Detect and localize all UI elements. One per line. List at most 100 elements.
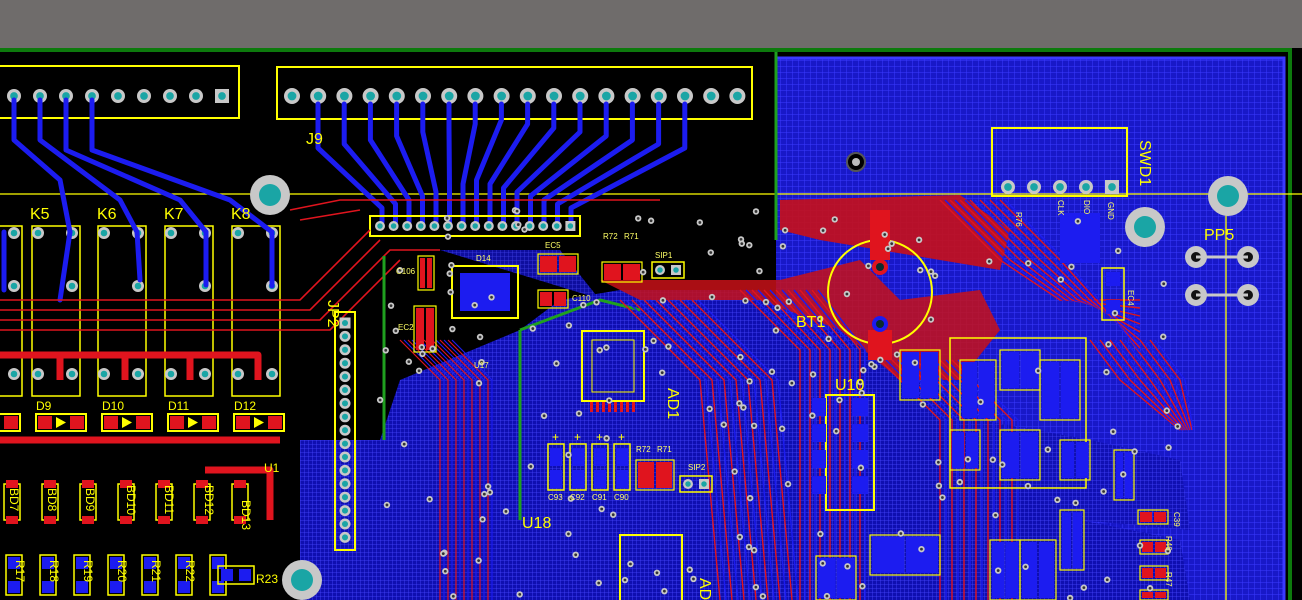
- label-r46: R46: [1164, 536, 1173, 551]
- label-r20: R20: [115, 560, 129, 583]
- bt1-pad-bottom: [868, 330, 892, 360]
- label-k5: K5: [30, 206, 50, 223]
- label-bd10: BD10: [124, 485, 138, 516]
- label-ec5: EC5: [545, 241, 561, 250]
- smd-pad: [427, 258, 432, 288]
- label-k8: K8: [231, 206, 251, 223]
- label-r72-mid: R72: [636, 445, 651, 454]
- smd-pad: [966, 432, 978, 468]
- smd-pad: [1142, 592, 1153, 598]
- label-pp5: PP5: [1204, 227, 1235, 244]
- label-u1: U1: [264, 461, 280, 475]
- label-u10: U10: [835, 377, 865, 394]
- u10-pad: [852, 424, 868, 442]
- label-r22: R22: [183, 560, 197, 583]
- label-bd7: BD7: [7, 488, 21, 512]
- label-c91: C91: [592, 493, 607, 502]
- label-bd11: BD11: [162, 485, 176, 515]
- label-d14: D14: [476, 254, 491, 263]
- ad1-pin: [602, 402, 605, 412]
- ad1-pin: [590, 402, 593, 412]
- smd-pad: [872, 537, 904, 573]
- label-r47: R47: [1164, 572, 1173, 587]
- label-r71-mid: R71: [657, 445, 672, 454]
- smd-pad: [1002, 352, 1019, 388]
- label-r19: R19: [81, 560, 95, 583]
- label-bd9: BD9: [83, 488, 97, 512]
- smd-pad: [1140, 512, 1152, 522]
- label-swd1: SWD1: [1136, 140, 1153, 187]
- smd-pad: [979, 362, 994, 418]
- smd-pad: [559, 256, 576, 272]
- ad1-pin: [626, 402, 629, 412]
- label-ad-partial: AD: [696, 578, 713, 600]
- label-c90: C90: [614, 493, 629, 502]
- smd-pad: [902, 352, 919, 398]
- smd-pad: [1154, 512, 1166, 522]
- smd-pad: [1022, 542, 1037, 598]
- ad1-pin: [620, 402, 623, 412]
- smd-pad: [623, 264, 640, 280]
- label-sip2: SIP2: [688, 463, 706, 472]
- smd-pad: [604, 264, 621, 280]
- smd-pad: [1061, 362, 1078, 418]
- u10-pad: [852, 398, 868, 416]
- svg-text:+: +: [552, 430, 559, 444]
- ad1-pin: [632, 402, 635, 412]
- label-r18: R18: [47, 560, 61, 583]
- label-k7: K7: [164, 206, 184, 223]
- u10-pad: [812, 476, 826, 494]
- label-ec4: EC4: [1126, 290, 1135, 306]
- smd-pad: [1042, 362, 1059, 418]
- label-c92: C92: [570, 493, 585, 502]
- label-d10: D10: [102, 399, 125, 413]
- smd-pad: [1142, 568, 1153, 578]
- label-gnd: GND: [1106, 202, 1115, 220]
- smd-pad: [1142, 542, 1153, 552]
- svg-text:+: +: [574, 430, 581, 444]
- smd-pad: [1062, 512, 1071, 568]
- ad1-pin: [596, 402, 599, 412]
- smd-pad: [1155, 592, 1166, 598]
- smd-pad: [962, 362, 977, 418]
- label-c106: C106: [396, 267, 416, 276]
- smd-pad: [638, 462, 654, 488]
- label-bd12: BD12: [202, 485, 216, 516]
- label-r71-top: R71: [624, 232, 639, 241]
- label-r17: R17: [13, 560, 27, 583]
- label-r72-top: R72: [603, 232, 618, 241]
- label-u18: U18: [522, 515, 552, 532]
- label-ad1: AD1: [664, 388, 681, 420]
- label-r23: R23: [256, 572, 279, 586]
- smd-pad: [921, 352, 938, 398]
- label-c93: C93: [548, 493, 563, 502]
- label-j9: J9: [306, 131, 323, 148]
- u10-pad: [852, 476, 868, 494]
- smd-pad: [540, 292, 552, 306]
- smd-pad: [1062, 442, 1074, 478]
- smd-pad: [1039, 542, 1054, 598]
- label-clk: CLK: [1056, 200, 1065, 216]
- smd-pad: [1021, 432, 1038, 478]
- pcb-canvas[interactable]: + + + + J9 JP2 K5 K6 K7 K8 D9 D10 D11 D12 B…: [0, 0, 1302, 600]
- label-r76: R76: [1014, 212, 1023, 227]
- svg-text:+: +: [618, 430, 625, 444]
- smd-pad: [656, 462, 672, 488]
- label-u17: U17: [474, 361, 489, 370]
- label-ec2: EC2: [398, 323, 414, 332]
- label-c110: C110: [572, 294, 591, 303]
- smd-pad: [1006, 542, 1018, 598]
- label-bt1: BT1: [796, 314, 826, 331]
- smd-pad: [426, 308, 434, 350]
- smd-pad: [1002, 432, 1019, 478]
- smd-pad: [540, 256, 557, 272]
- smd-pad: [420, 258, 425, 288]
- label-bd13: BD13: [239, 500, 253, 531]
- u10-pad: [812, 450, 826, 468]
- ad1-pin: [614, 402, 617, 412]
- smd-pad: [416, 308, 424, 350]
- label-d11: D11: [168, 399, 190, 413]
- label-jp2: JP2: [324, 300, 341, 328]
- pcb-board[interactable]: + + + +: [0, 0, 1302, 600]
- label-r21: R21: [149, 560, 163, 583]
